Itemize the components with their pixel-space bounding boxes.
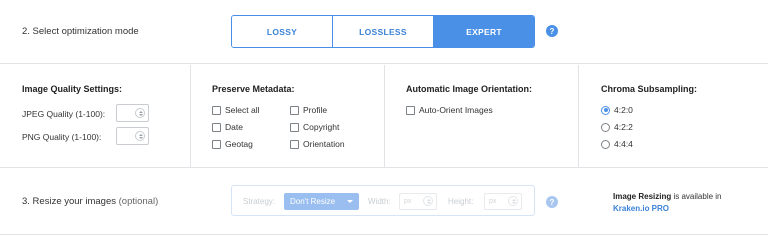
height-label: Height:: [448, 197, 474, 206]
mode-segmented-control: LOSSY LOSSLESS EXPERT: [231, 15, 535, 48]
strategy-value: Don't Resize: [290, 197, 336, 206]
checkbox-icon[interactable]: [406, 105, 415, 115]
metadata-copyright-checkbox[interactable]: Copyright: [290, 122, 339, 132]
mode-help-icon[interactable]: ?: [546, 25, 558, 37]
chroma-option-label: 4:4:4: [614, 139, 633, 149]
metadata-option-label: Profile: [303, 105, 328, 115]
resize-optional-note: (optional): [118, 196, 159, 207]
lossless-mode-button[interactable]: LOSSLESS: [332, 16, 433, 47]
width-input[interactable]: px: [399, 193, 437, 210]
height-unit: px: [489, 198, 497, 205]
expert-settings-row: Image Quality Settings: JPEG Quality (1-…: [0, 65, 768, 168]
auto-orientation-panel: Automatic Image Orientation: Auto-Orient…: [384, 65, 578, 168]
chroma-422-radio[interactable]: 4:2:2: [601, 122, 633, 132]
chroma-subsampling-panel: Chroma Subsampling: 4:2:0 4:2:2 4:4:4: [578, 65, 768, 168]
metadata-option-label: Date: [225, 122, 243, 132]
resize-row: 3. Resize your images (optional) Strateg…: [0, 169, 768, 235]
resize-label: 3. Resize your images (optional): [22, 196, 158, 207]
chroma-option-label: 4:2:2: [614, 122, 633, 132]
auto-orient-checkbox[interactable]: Auto-Orient Images: [406, 105, 493, 115]
metadata-geotag-checkbox[interactable]: Geotag: [212, 139, 253, 149]
png-quality-stepper-icon[interactable]: [135, 131, 145, 141]
png-quality-input[interactable]: [116, 127, 149, 145]
width-label: Width:: [368, 197, 391, 206]
metadata-option-label: Orientation: [303, 139, 345, 149]
png-quality-label: PNG Quality (1-100):: [22, 132, 102, 142]
metadata-option-label: Copyright: [303, 122, 340, 132]
checkbox-icon[interactable]: [212, 105, 221, 115]
chroma-option-label: 4:2:0: [614, 105, 633, 115]
image-quality-panel: Image Quality Settings: JPEG Quality (1-…: [0, 65, 190, 168]
auto-orientation-title: Automatic Image Orientation:: [406, 84, 533, 94]
kraken-pro-link[interactable]: Kraken.io PRO: [613, 204, 669, 213]
preserve-metadata-panel: Preserve Metadata: Select all Profile Da…: [190, 65, 384, 168]
checkbox-icon[interactable]: [212, 139, 221, 149]
strategy-label: Strategy:: [243, 197, 276, 206]
preserve-metadata-title: Preserve Metadata:: [212, 84, 295, 94]
optimization-mode-row: 2. Select optimization mode LOSSY LOSSLE…: [0, 0, 768, 64]
resize-help-icon[interactable]: ?: [546, 196, 558, 208]
resize-controls-disabled: Strategy: Don't Resize Width: px Height:…: [231, 185, 535, 216]
pro-note-text: is available in: [671, 192, 722, 201]
checkbox-icon[interactable]: [212, 122, 221, 132]
radio-icon[interactable]: [601, 122, 610, 132]
image-quality-title: Image Quality Settings:: [22, 84, 123, 94]
checkbox-icon[interactable]: [290, 105, 299, 115]
width-unit: px: [404, 198, 412, 205]
metadata-option-label: Geotag: [225, 139, 253, 149]
metadata-option-label: Select all: [225, 105, 260, 115]
checkbox-icon[interactable]: [290, 122, 299, 132]
metadata-orientation-checkbox[interactable]: Orientation: [290, 139, 345, 149]
chevron-down-icon: [347, 200, 353, 203]
lossy-mode-button[interactable]: LOSSY: [232, 16, 332, 47]
checkbox-icon[interactable]: [290, 139, 299, 149]
height-stepper-icon[interactable]: [508, 196, 518, 206]
resize-label-text: 3. Resize your images: [22, 196, 116, 207]
chroma-subsampling-title: Chroma Subsampling:: [601, 84, 698, 94]
jpeg-quality-label: JPEG Quality (1-100):: [22, 109, 106, 119]
metadata-profile-checkbox[interactable]: Profile: [290, 105, 327, 115]
metadata-date-checkbox[interactable]: Date: [212, 122, 243, 132]
chroma-420-radio[interactable]: 4:2:0: [601, 105, 633, 115]
optimization-mode-label: 2. Select optimization mode: [22, 26, 139, 37]
radio-selected-icon[interactable]: [601, 105, 610, 115]
width-stepper-icon[interactable]: [423, 196, 433, 206]
chroma-444-radio[interactable]: 4:4:4: [601, 139, 633, 149]
radio-icon[interactable]: [601, 139, 610, 149]
resize-pro-note: Image Resizing is available in Kraken.io…: [613, 191, 722, 215]
height-input[interactable]: px: [484, 193, 522, 210]
auto-orient-label: Auto-Orient Images: [419, 105, 493, 115]
jpeg-quality-stepper-icon[interactable]: [135, 108, 145, 118]
metadata-select-all-checkbox[interactable]: Select all: [212, 105, 260, 115]
strategy-dropdown[interactable]: Don't Resize: [284, 193, 359, 210]
expert-mode-button[interactable]: EXPERT: [433, 16, 534, 47]
jpeg-quality-input[interactable]: [116, 104, 149, 122]
pro-note-strong: Image Resizing: [613, 192, 672, 201]
